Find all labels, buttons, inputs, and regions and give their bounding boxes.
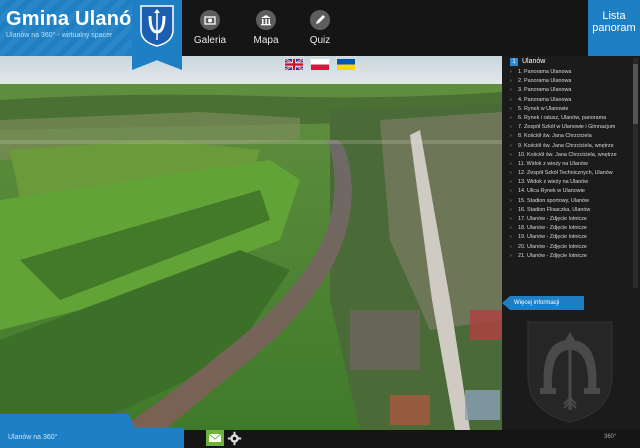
chevron-right-icon: › — [510, 170, 512, 177]
gear-icon — [227, 431, 242, 446]
panorama-list-item[interactable]: › 6. Rynek i ratusz, Ulanów, panorama — [502, 114, 640, 123]
panorama-list-item-label: 11. Widok z wieży na Ulanów — [518, 160, 588, 167]
chevron-right-icon: › — [510, 216, 512, 222]
panorama-list-item[interactable]: › 7. Zespół Szkół w Ulanowie i Gimnazjum — [502, 123, 640, 132]
panorama-list-title: Ulanów — [522, 58, 546, 65]
panorama-list-item[interactable]: › 20. Ulanów - Zdjęcie lotnicze — [502, 243, 640, 252]
top-bar: Gmina Ulanów Ulanów na 360° - wirtualny … — [0, 0, 640, 70]
chevron-right-icon: › — [510, 197, 512, 204]
panorama-list-item-label: 14. Ulica Rynek w Ulanowie — [518, 188, 585, 195]
panorama-list-header: 1 Ulanów — [502, 56, 640, 68]
panorama-list-item-label: 10. Kościół św. Jana Chrzciciela, wnętrz… — [518, 151, 617, 158]
panorama-list-item-label: 9. Kościół św. Jana Chrzciciela, wnętrze — [518, 142, 614, 149]
nav-quiz-label: Quiz — [309, 35, 331, 46]
app-window: Gmina Ulanów Ulanów na 360° - wirtualny … — [0, 0, 640, 448]
panorama-list-item-label: 2. Panorama Ulanowa — [518, 78, 572, 85]
panorama-list-item[interactable]: › 17. Ulanów - Zdjęcie lotnicze — [502, 215, 640, 224]
chevron-right-icon: › — [510, 179, 512, 186]
panorama-list-item-label: 8. Kościół św. Jana Chrzciciela — [518, 133, 592, 140]
nav-gallery-button[interactable]: Galeria — [188, 10, 232, 52]
panorama-list-item-label: 16. Stadion Flisaczka, Ulanów — [518, 206, 591, 213]
chevron-right-icon: › — [510, 133, 512, 140]
panorama-list-item[interactable]: › 8. Kościół św. Jana Chrzciciela — [502, 132, 640, 141]
panorama-list-item-label: 12. Zespół Szkół Technicznych, Ulanów — [518, 170, 613, 177]
panorama-list-item-label: 5. Rynek w Ulanowie — [518, 105, 569, 112]
chevron-right-icon: › — [510, 160, 512, 167]
footer-logo: 360° — [604, 434, 617, 440]
panorama-list-item-label: 17. Ulanów - Zdjęcie lotnicze — [518, 216, 587, 222]
chevron-right-icon: › — [510, 69, 512, 75]
chevron-right-icon: › — [510, 151, 512, 158]
panorama-list-item-label: 15. Stadion sportowy, Ulanów — [518, 197, 589, 204]
panorama-list-item[interactable]: › 18. Ulanów - Zdjęcie lotnicze — [502, 224, 640, 233]
bank-icon — [256, 10, 276, 30]
chevron-right-icon: › — [510, 114, 512, 121]
panorama-list-item[interactable]: › 10. Kościół św. Jana Chrzciciela, wnętr… — [502, 151, 640, 160]
mail-icon — [208, 433, 222, 442]
panorama-list-item-label: 20. Ulanów - Zdjęcie lotnicze — [518, 243, 587, 250]
panorama-list-item[interactable]: › 2. Panorama Ulanowa — [502, 77, 640, 86]
contact-mail-button[interactable] — [206, 430, 224, 446]
panorama-list-item-label: 4. Panorama Ulanowa — [518, 96, 572, 103]
chevron-right-icon: › — [510, 243, 512, 250]
panorama-list-item-label: 13. Widok z wieży na Ulanów — [518, 179, 589, 186]
ukraine-flag-icon[interactable] — [336, 56, 356, 70]
panorama-list-item[interactable]: › 1. Panorama Ulanowa — [502, 68, 640, 77]
poland-flag-icon[interactable] — [310, 56, 330, 70]
chevron-right-icon: › — [510, 225, 512, 232]
panorama-list-item-label: 7. Zespół Szkół w Ulanowie i Gimnazjum — [518, 124, 616, 131]
panorama-list-item[interactable]: › 5. Rynek w Ulanowie — [502, 105, 640, 114]
coat-of-arms-icon — [140, 5, 174, 47]
list-scroll-thumb[interactable] — [633, 64, 638, 124]
uk-flag-icon[interactable] — [284, 56, 304, 71]
nav-map-label: Mapa — [253, 35, 279, 46]
panorama-list-item[interactable]: › 21. Ulanów - Zdjęcie lotnicze — [502, 252, 640, 261]
panorama-list-item-label: 19. Ulanów - Zdjęcie lotnicze — [518, 234, 587, 241]
panorama-list-item[interactable]: › 14. Ulica Rynek w Ulanowie — [502, 187, 640, 196]
panorama-list-item-label: 18. Ulanów - Zdjęcie lotnicze — [518, 225, 587, 232]
more-info-button[interactable]: Więcej informacji — [502, 296, 584, 310]
list-number-badge: 1 — [510, 58, 518, 66]
nav-quiz-button[interactable]: Quiz — [298, 10, 342, 52]
nav-gallery-label: Galeria — [193, 35, 227, 46]
panorama-list-button[interactable]: Lista panoram — [588, 0, 640, 56]
panorama-list-item[interactable]: › 3. Panorama Ulanowa — [502, 86, 640, 95]
panorama-list-item-label: 3. Panorama Ulanowa — [518, 87, 572, 94]
chevron-right-icon: › — [510, 78, 512, 85]
panorama-list-item-label: 21. Ulanów - Zdjęcie lotnicze — [518, 252, 587, 259]
panorama-list-item[interactable]: › 13. Widok z wieży na Ulanów — [502, 178, 640, 187]
panorama-sidebar: 1 Ulanów › 1. Panorama Ulanowa › 2. Panoram… — [502, 56, 640, 430]
nav-map-button[interactable]: Mapa — [244, 10, 288, 52]
panorama-list-item-label: 1. Panorama Ulanowa — [518, 69, 572, 75]
gallery-icon — [200, 10, 220, 30]
chevron-right-icon: › — [510, 252, 512, 259]
panorama-list-item[interactable]: › 11. Widok z wieży na Ulanów — [502, 160, 640, 169]
panorama-list-item[interactable]: › 12. Zespół Szkół Technicznych, Ulanów — [502, 169, 640, 178]
panorama-list-item-label: 6. Rynek i ratusz, Ulanów, panorama — [518, 114, 607, 121]
chevron-right-icon: › — [510, 142, 512, 149]
panorama-list-item[interactable]: › 15. Stadion sportowy, Ulanów — [502, 197, 640, 206]
chevron-right-icon: › — [510, 206, 512, 213]
panorama-list-items: › 1. Panorama Ulanowa › 2. Panorama Ulanowa… — [502, 68, 640, 261]
site-title: Gmina Ulanów — [6, 8, 148, 30]
chevron-right-icon: › — [510, 234, 512, 241]
panorama-list-item[interactable]: › 16. Stadion Flisaczka, Ulanów — [502, 206, 640, 215]
panorama-list-item[interactable]: › 9. Kościół św. Jana Chrzciciela, wnętrz… — [502, 142, 640, 151]
chevron-right-icon: › — [510, 87, 512, 94]
site-subtitle: Ulanów na 360° - wirtualny spacer — [6, 32, 113, 39]
chevron-right-icon: › — [510, 96, 512, 103]
bottom-brand-label: Ulanów na 360° — [8, 434, 58, 441]
aerial-panorama-image — [0, 56, 502, 430]
pencil-icon — [310, 10, 330, 30]
panorama-viewer[interactable] — [0, 0, 502, 430]
panorama-list-item[interactable]: › 19. Ulanów - Zdjęcie lotnicze — [502, 233, 640, 242]
chevron-right-icon: › — [510, 124, 512, 131]
chevron-right-icon: › — [510, 188, 512, 195]
panorama-list-item[interactable]: › 4. Panorama Ulanowa — [502, 96, 640, 105]
horseshoe-emblem-icon — [527, 321, 613, 423]
panorama-list: 1 Ulanów › 1. Panorama Ulanowa › 2. Panoram… — [502, 56, 640, 292]
settings-button[interactable] — [227, 431, 242, 446]
chevron-right-icon: › — [510, 105, 512, 112]
